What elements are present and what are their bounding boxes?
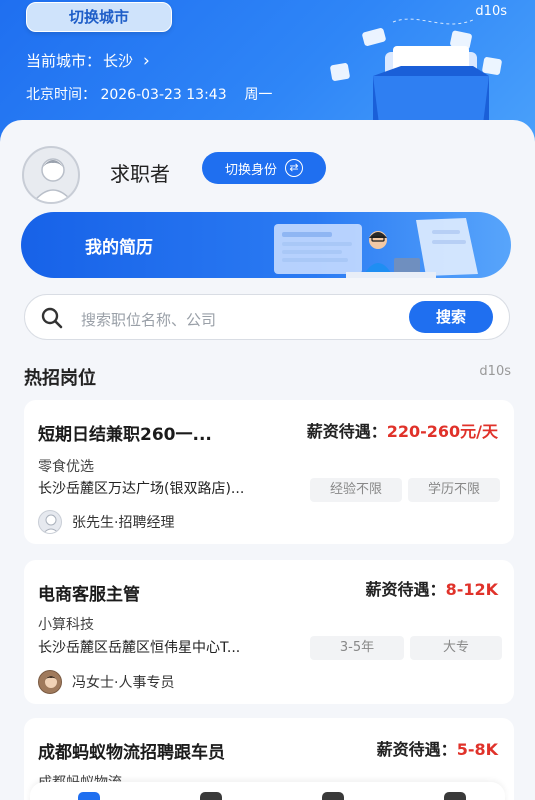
current-city-row[interactable]: 当前城市： 长沙 ›: [26, 50, 150, 71]
section-code: d10s: [479, 364, 511, 379]
tab-profile-icon[interactable]: [444, 792, 466, 800]
job-salary: 薪资待遇：5-8K: [377, 736, 498, 760]
swap-icon: ⇄: [285, 159, 303, 177]
recruiter-name: 冯女士·人事专员: [72, 675, 175, 691]
job-salary: 薪资待遇：8-12K: [366, 576, 498, 600]
recruiter-avatar: [38, 670, 62, 694]
my-resume-banner[interactable]: 我的简历: [21, 212, 511, 278]
job-company: 零食优选: [38, 459, 94, 475]
switch-city-button[interactable]: 切换城市: [26, 2, 172, 32]
search-input[interactable]: 搜索职位名称、公司: [81, 309, 216, 330]
salary-value: 8-12K: [445, 580, 498, 599]
bottom-tab-bar: [30, 782, 505, 800]
switch-role-button[interactable]: 切换身份 ⇄: [202, 152, 326, 184]
search-bar: 搜索职位名称、公司 搜索: [24, 294, 510, 340]
resume-illustration-icon: [274, 218, 478, 278]
job-tag: 大专: [410, 636, 502, 660]
recruiter-avatar: [38, 510, 62, 534]
current-city-label: 当前城市：: [26, 52, 102, 70]
salary-value: 220-260元/天: [386, 422, 498, 441]
user-avatar[interactable]: [22, 146, 80, 204]
job-title: 成都蚂蚁物流招聘跟车员: [38, 743, 225, 763]
job-tag: 经验不限: [310, 478, 402, 502]
job-address: 长沙岳麓区万达广场(银双路店)...: [38, 481, 245, 497]
job-company: 小算科技: [38, 617, 94, 633]
role-label: 求职者: [110, 162, 170, 186]
current-city-value: 长沙: [103, 52, 134, 70]
salary-label: 薪资待遇：: [306, 422, 387, 441]
search-icon: [41, 307, 63, 329]
tab-messages-icon[interactable]: [322, 792, 344, 800]
weekday: 周一: [244, 87, 273, 103]
job-card[interactable]: 电商客服主管 薪资待遇：8-12K 小算科技 长沙岳麓区岳麓区恒伟星中心T...…: [24, 560, 514, 704]
salary-label: 薪资待遇：: [365, 580, 446, 599]
folder-illustration-icon: [330, 18, 502, 124]
job-card[interactable]: 短期日结兼职260一... 薪资待遇：220-260元/天 零食优选 长沙岳麓区…: [24, 400, 514, 544]
chevron-right-icon: ›: [143, 50, 150, 71]
tab-jobs-icon[interactable]: [200, 792, 222, 800]
job-tag: 学历不限: [408, 478, 500, 502]
recruiter: 冯女士·人事专员: [38, 670, 174, 694]
job-tag: 3-5年: [310, 636, 404, 660]
tab-home-icon[interactable]: [78, 792, 100, 800]
salary-label: 薪资待遇：: [376, 740, 457, 759]
search-button[interactable]: 搜索: [409, 301, 493, 333]
user-avatar-icon: [32, 158, 74, 202]
my-resume-title: 我的简历: [85, 238, 153, 258]
job-title: 电商客服主管: [38, 585, 140, 605]
salary-value: 5-8K: [456, 740, 498, 759]
job-salary: 薪资待遇：220-260元/天: [307, 418, 498, 442]
beijing-time: 北京时间： 2026-03-23 13:43 周一: [26, 84, 272, 104]
time-value: 2026-03-23 13:43: [100, 87, 227, 103]
recruiter-name: 张先生·招聘经理: [72, 515, 175, 531]
section-title: 热招岗位: [24, 368, 96, 389]
job-title: 短期日结兼职260一...: [38, 425, 212, 445]
job-address: 长沙岳麓区岳麓区恒伟星中心T...: [38, 640, 241, 656]
time-label: 北京时间：: [26, 87, 96, 103]
switch-role-label: 切换身份: [224, 162, 277, 178]
recruiter: 张先生·招聘经理: [38, 510, 174, 534]
